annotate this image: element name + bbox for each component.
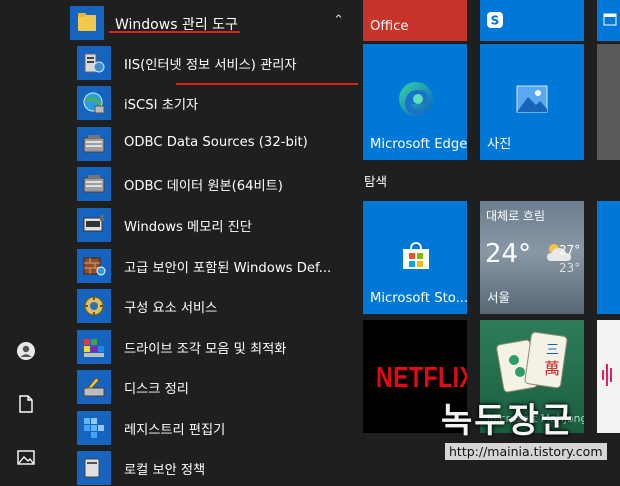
- watermark-title: 녹두장군: [441, 401, 575, 441]
- odbc-icon: [83, 175, 105, 193]
- weather-temperature: 24°: [485, 239, 532, 269]
- tile-label: 사진: [487, 137, 512, 152]
- svg-text:三: 三: [546, 343, 559, 358]
- item-label: ODBC Data Sources (32-bit): [124, 135, 308, 150]
- watermark-url: http://mainia.tistory.com: [445, 443, 607, 460]
- iscsi-globe-icon: [83, 92, 105, 114]
- item-label: 구성 요소 서비스: [124, 301, 218, 316]
- annotation-underline: [109, 31, 240, 33]
- pictures-icon[interactable]: [16, 448, 36, 468]
- svg-text:萬: 萬: [544, 359, 560, 378]
- tile-partial[interactable]: [597, 201, 620, 314]
- calendar-icon: [603, 13, 617, 26]
- tile-label: Microsoft Sto...: [370, 291, 467, 306]
- list-item-odbc-64[interactable]: ODBC 데이터 원본(64비트): [77, 165, 352, 202]
- start-rail: [0, 0, 52, 473]
- weather-high: 27°: [559, 243, 581, 257]
- local-security-policy-icon: [84, 458, 100, 478]
- weather-low: 23°: [559, 261, 581, 275]
- defrag-icon: [84, 339, 104, 357]
- tile-skype[interactable]: S: [480, 0, 584, 41]
- item-label: iSCSI 초기자: [124, 98, 199, 113]
- edge-icon: [399, 82, 433, 116]
- list-item-iscsi[interactable]: iSCSI 초기자: [77, 84, 352, 121]
- item-label: ODBC 데이터 원본(64비트): [124, 179, 283, 194]
- list-item-memory-diagnostic[interactable]: Windows 메모리 진단: [77, 206, 352, 243]
- firewall-icon: [83, 257, 106, 276]
- list-item-odbc-32[interactable]: ODBC Data Sources (32-bit): [77, 125, 352, 162]
- item-label: 디스크 정리: [124, 382, 189, 397]
- tile-label: Office: [370, 19, 409, 34]
- tile-label: Microsoft Edge: [370, 137, 467, 152]
- document-icon[interactable]: [16, 394, 36, 414]
- disk-cleanup-icon: [83, 377, 105, 397]
- list-item-iis-manager[interactable]: IIS(인터넷 정보 서비스) 관리자: [77, 44, 352, 81]
- user-icon[interactable]: [16, 341, 36, 361]
- tile-microsoft-store[interactable]: Microsoft Sto...: [363, 201, 467, 314]
- item-label: 로컬 보안 정책: [124, 463, 206, 478]
- app-list: Windows 관리 도구 ⌃ IIS(인터넷 정보 서비스) 관리자 iSCS…: [52, 0, 359, 485]
- chevron-up-icon[interactable]: ⌃: [333, 13, 344, 28]
- weather-condition: 대체로 흐림: [486, 209, 546, 223]
- list-item-registry-editor[interactable]: 레지스트리 편집기: [77, 409, 352, 446]
- watermark: 녹두장군 http://mainia.tistory.com: [437, 393, 617, 471]
- photos-icon: [516, 85, 548, 113]
- group-windows-admin-tools[interactable]: Windows 관리 도구 ⌃: [69, 4, 352, 40]
- list-item-disk-cleanup[interactable]: 디스크 정리: [77, 368, 352, 405]
- tile-mail[interactable]: [597, 0, 620, 41]
- tile-office[interactable]: Office: [363, 0, 467, 41]
- tile-photos[interactable]: 사진: [480, 44, 584, 160]
- svg-text:S: S: [491, 14, 500, 28]
- mahjong-tiles-icon: 三 萬: [496, 331, 568, 393]
- memory-chip-icon: [83, 215, 104, 232]
- tile-partial[interactable]: [597, 44, 620, 160]
- list-item-local-security-policy[interactable]: 로컬 보안 정책: [77, 449, 352, 486]
- odbc-icon: [83, 135, 105, 153]
- skype-icon: S: [487, 12, 503, 28]
- netflix-logo: NETFLIX: [376, 360, 467, 394]
- list-item-defender-firewall[interactable]: 고급 보안이 포함된 Windows Def...: [77, 247, 352, 284]
- item-label: IIS(인터넷 정보 서비스) 관리자: [124, 58, 297, 73]
- item-label: 레지스트리 편집기: [124, 423, 226, 438]
- item-label: 드라이브 조각 모음 및 최적화: [124, 342, 287, 357]
- component-services-icon: [84, 296, 104, 316]
- section-title: 탐색: [364, 174, 388, 189]
- iis-manager-icon: [84, 53, 105, 73]
- list-item-component-services[interactable]: 구성 요소 서비스: [77, 287, 352, 324]
- item-label: 고급 보안이 포함된 Windows Def...: [124, 261, 332, 276]
- registry-cubes-icon: [84, 418, 104, 438]
- weather-city: 서울: [487, 290, 511, 305]
- tile-microsoft-edge[interactable]: Microsoft Edge: [363, 44, 467, 160]
- item-label: Windows 메모리 진단: [124, 220, 252, 235]
- audio-wave-icon: [602, 364, 612, 386]
- list-item-defrag[interactable]: 드라이브 조각 모음 및 최적화: [77, 328, 352, 365]
- store-bag-icon: [403, 242, 429, 269]
- tile-weather[interactable]: 대체로 흐림 24° 서울: [480, 201, 584, 314]
- folder-icon: [70, 6, 104, 40]
